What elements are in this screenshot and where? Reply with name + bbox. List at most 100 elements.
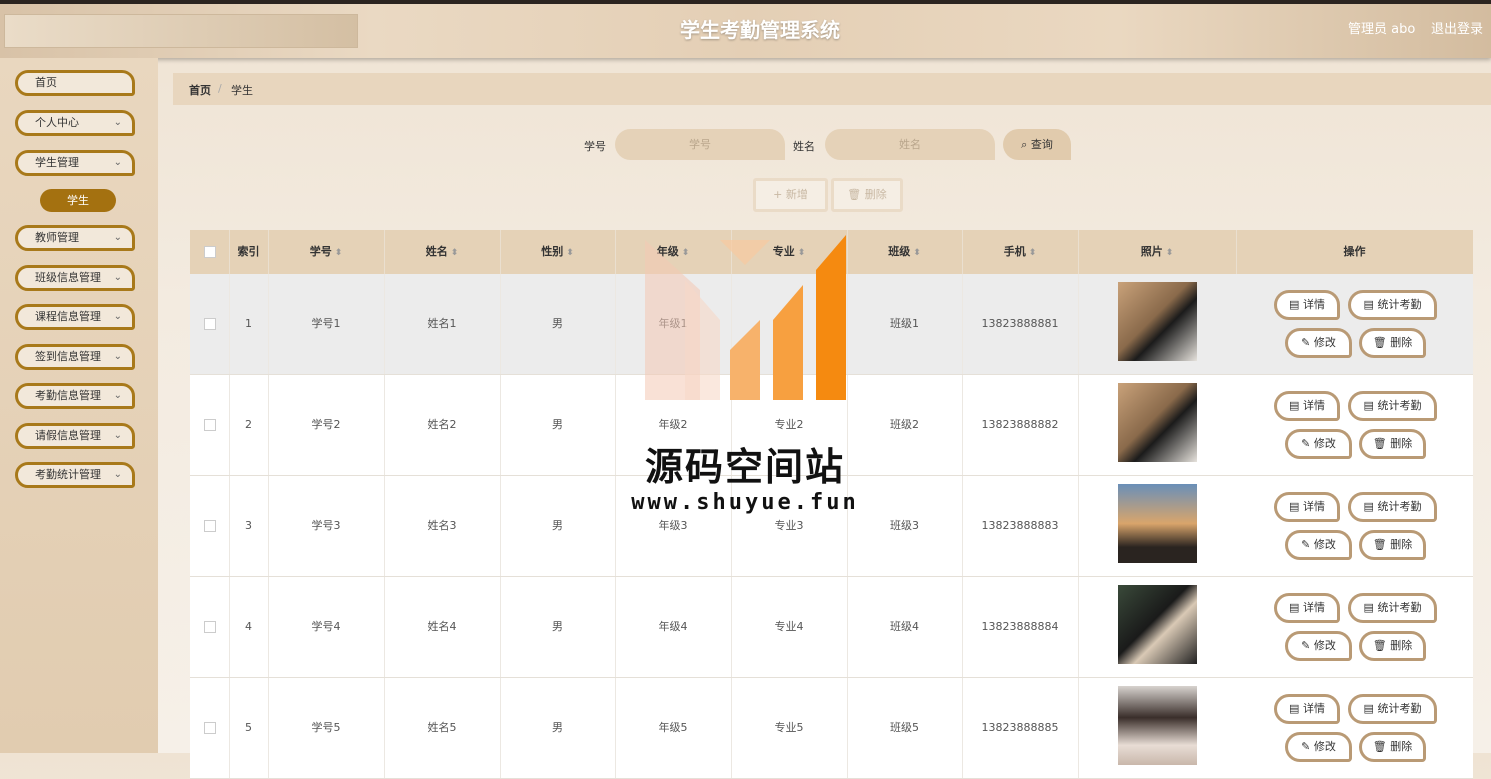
cell-grade: 年级4 xyxy=(615,577,732,677)
sidebar-item-label: 班级信息管理 xyxy=(35,271,101,284)
row-checkbox[interactable] xyxy=(203,621,216,633)
chevron-down-icon: ⌄ xyxy=(113,272,122,283)
cell-name: 姓名5 xyxy=(384,678,501,778)
cell-gender: 男 xyxy=(500,476,616,576)
breadcrumb-home[interactable]: 首页 xyxy=(189,82,211,98)
top-header: 学生考勤管理系统 管理员 abo 退出登录 xyxy=(0,0,1491,58)
sidebar-item-attendance-management[interactable]: 考勤信息管理 ⌄ xyxy=(15,383,135,409)
breadcrumb-separator: / xyxy=(218,82,222,95)
cell-phone: 13823888884 xyxy=(962,577,1079,677)
cell-phone: 13823888881 xyxy=(962,274,1079,374)
sidebar-item-label: 个人中心 xyxy=(35,116,79,129)
edit-button-label: 修改 xyxy=(1313,336,1336,349)
row-checkbox[interactable] xyxy=(203,419,216,431)
edit-button[interactable]: ✎ 修改 xyxy=(1285,732,1352,762)
row-checkbox[interactable] xyxy=(203,318,216,330)
sidebar-item-profile[interactable]: 个人中心 ⌄ xyxy=(15,110,135,136)
name-label: 姓名 xyxy=(793,140,815,153)
stats-attendance-button[interactable]: ▤ 统计考勤 xyxy=(1348,492,1437,522)
row-checkbox[interactable] xyxy=(203,520,216,532)
sidebar-item-leave-management[interactable]: 请假信息管理 ⌄ xyxy=(15,423,135,449)
cell-index: 3 xyxy=(229,476,269,576)
edit-icon: ✎ xyxy=(1301,437,1311,450)
detail-button[interactable]: ▤ 详情 xyxy=(1274,694,1340,724)
sidebar-item-label: 学生管理 xyxy=(35,156,79,169)
cell-gender: 男 xyxy=(500,678,616,778)
name-input[interactable] xyxy=(825,129,995,160)
detail-button[interactable]: ▤ 详情 xyxy=(1274,593,1340,623)
stats-button-label: 统计考勤 xyxy=(1377,399,1422,412)
current-user: 管理员 abo xyxy=(1348,22,1416,37)
sidebar-item-class-management[interactable]: 班级信息管理 ⌄ xyxy=(15,265,135,291)
stats-attendance-button[interactable]: ▤ 统计考勤 xyxy=(1348,593,1437,623)
sort-icon: ⬍ xyxy=(334,248,343,258)
delete-button[interactable]: 🗑 删除 xyxy=(1359,530,1426,560)
edit-button[interactable]: ✎ 修改 xyxy=(1285,328,1352,358)
sidebar-item-signin-management[interactable]: 签到信息管理 ⌄ xyxy=(15,344,135,370)
delete-button[interactable]: 🗑 删除 xyxy=(1359,631,1426,661)
delete-button[interactable]: 🗑 删除 xyxy=(1359,328,1426,358)
student-photo xyxy=(1118,383,1197,462)
edit-button[interactable]: ✎ 修改 xyxy=(1285,631,1352,661)
col-class[interactable]: 班级 ⬍ xyxy=(847,230,963,274)
delete-button[interactable]: 🗑 删除 xyxy=(1359,429,1426,459)
batch-delete-button[interactable]: 🗑 删除 xyxy=(831,178,903,212)
document-icon: ▤ xyxy=(1289,500,1300,513)
col-major[interactable]: 专业 ⬍ xyxy=(731,230,848,274)
detail-button[interactable]: ▤ 详情 xyxy=(1274,391,1340,421)
edit-button[interactable]: ✎ 修改 xyxy=(1285,429,1352,459)
sort-icon: ⬍ xyxy=(1165,248,1174,258)
trash-icon: 🗑 xyxy=(1372,740,1387,753)
col-name-label: 姓名 xyxy=(425,245,448,258)
edit-icon: ✎ xyxy=(1301,538,1311,551)
batch-delete-label: 删除 xyxy=(864,188,887,201)
stats-attendance-button[interactable]: ▤ 统计考勤 xyxy=(1348,290,1437,320)
col-student-id[interactable]: 学号 ⬍ xyxy=(268,230,385,274)
stats-attendance-button[interactable]: ▤ 统计考勤 xyxy=(1348,694,1437,724)
document-icon: ▤ xyxy=(1289,601,1300,614)
row-select-cell xyxy=(190,577,230,677)
stats-button-label: 统计考勤 xyxy=(1377,702,1422,715)
detail-button[interactable]: ▤ 详情 xyxy=(1274,290,1340,320)
table-row: 5 学号5 姓名5 男 年级5 专业5 班级5 13823888885 ▤ 详情… xyxy=(190,678,1473,779)
document-icon: ▤ xyxy=(1289,399,1300,412)
select-all-checkbox[interactable] xyxy=(203,246,216,258)
delete-button-label: 删除 xyxy=(1390,437,1413,450)
sidebar-item-course-management[interactable]: 课程信息管理 ⌄ xyxy=(15,304,135,330)
logout-link[interactable]: 退出登录 xyxy=(1431,18,1483,37)
col-photo[interactable]: 照片 ⬍ xyxy=(1078,230,1237,274)
student-id-input[interactable] xyxy=(615,129,785,160)
col-phone[interactable]: 手机 ⬍ xyxy=(962,230,1079,274)
stats-button-label: 统计考勤 xyxy=(1377,298,1422,311)
sidebar-subitem-student[interactable]: 学生 xyxy=(40,189,116,212)
cell-index: 4 xyxy=(229,577,269,677)
sidebar-item-home[interactable]: 首页 xyxy=(15,70,135,96)
sidebar-item-attendance-stats[interactable]: 考勤统计管理 ⌄ xyxy=(15,462,135,488)
cell-major: 专业5 xyxy=(731,678,848,778)
col-grade[interactable]: 年级 ⬍ xyxy=(615,230,732,274)
student-photo xyxy=(1118,686,1197,765)
sidebar-item-teacher-management[interactable]: 教师管理 ⌄ xyxy=(15,225,135,251)
edit-icon: ✎ xyxy=(1301,336,1311,349)
row-select-cell xyxy=(190,678,230,778)
chevron-down-icon: ⌄ xyxy=(113,157,122,168)
detail-button[interactable]: ▤ 详情 xyxy=(1274,492,1340,522)
watermark-url: www.shuyue.fun xyxy=(631,490,859,515)
stats-attendance-button[interactable]: ▤ 统计考勤 xyxy=(1348,391,1437,421)
delete-button[interactable]: 🗑 删除 xyxy=(1359,732,1426,762)
query-button[interactable]: ⌕ 查询 xyxy=(1003,129,1071,160)
col-photo-label: 照片 xyxy=(1140,245,1163,258)
row-checkbox[interactable] xyxy=(203,722,216,734)
watermark-text: 源码空间站 xyxy=(644,445,845,489)
cell-phone: 13823888883 xyxy=(962,476,1079,576)
edit-button[interactable]: ✎ 修改 xyxy=(1285,530,1352,560)
sidebar-item-student-management[interactable]: 学生管理 ⌄ xyxy=(15,150,135,176)
col-name[interactable]: 姓名 ⬍ xyxy=(384,230,501,274)
add-button[interactable]: + 新增 xyxy=(753,178,828,212)
trash-icon: 🗑 xyxy=(1372,639,1387,652)
col-index: 索引 xyxy=(229,230,269,274)
sidebar-item-label: 课程信息管理 xyxy=(35,310,101,323)
cell-major: 专业1 xyxy=(731,274,848,374)
col-gender[interactable]: 性别 ⬍ xyxy=(500,230,616,274)
cell-student-id: 学号2 xyxy=(268,375,385,475)
